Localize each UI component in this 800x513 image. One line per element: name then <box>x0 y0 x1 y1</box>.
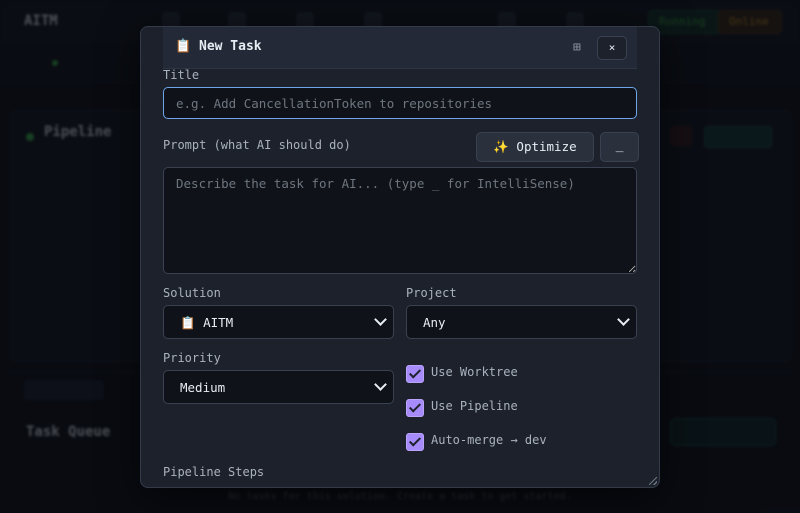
intellisense-button[interactable]: _ <box>600 132 639 162</box>
optimize-button[interactable]: ✨ Optimize <box>476 132 594 162</box>
project-select-value: Any <box>423 315 446 330</box>
title-input[interactable] <box>163 87 637 119</box>
chevron-down-icon <box>617 313 630 326</box>
solution-select[interactable]: 📋 AITM <box>163 305 394 339</box>
close-button[interactable]: × <box>597 36 627 60</box>
project-label: Project <box>406 286 457 300</box>
solution-label: Solution <box>163 286 221 300</box>
prompt-label: Prompt (what AI should do) <box>163 138 351 152</box>
clipboard-icon: 📋 <box>175 39 192 54</box>
priority-select[interactable]: Medium <box>163 370 394 404</box>
checkbox-checked[interactable] <box>406 365 424 383</box>
auto-merge-label: Auto-merge → dev <box>431 433 547 447</box>
title-label: Title <box>163 68 200 82</box>
chevron-down-icon <box>374 378 387 391</box>
new-task-modal: 📋 New Task ⊞ × Title Prompt (what AI sho… <box>140 26 660 488</box>
chevron-down-icon <box>374 313 387 326</box>
checkbox-checked[interactable] <box>406 433 424 451</box>
solution-select-value: 📋 AITM <box>180 315 234 330</box>
pipeline-steps-label: Pipeline Steps <box>163 465 265 479</box>
project-select[interactable]: Any <box>406 305 637 339</box>
use-pipeline-label: Use Pipeline <box>431 399 518 413</box>
priority-select-value: Medium <box>180 380 226 395</box>
modal-header: 📋 New Task ⊞ × <box>163 27 637 69</box>
expand-icon[interactable]: ⊞ <box>573 40 581 55</box>
resize-grip[interactable] <box>649 477 657 485</box>
checkbox-checked[interactable] <box>406 399 424 417</box>
priority-label: Priority <box>163 351 221 365</box>
prompt-textarea[interactable] <box>163 167 637 274</box>
modal-title: New Task <box>199 39 262 54</box>
use-worktree-label: Use Worktree <box>431 365 518 379</box>
